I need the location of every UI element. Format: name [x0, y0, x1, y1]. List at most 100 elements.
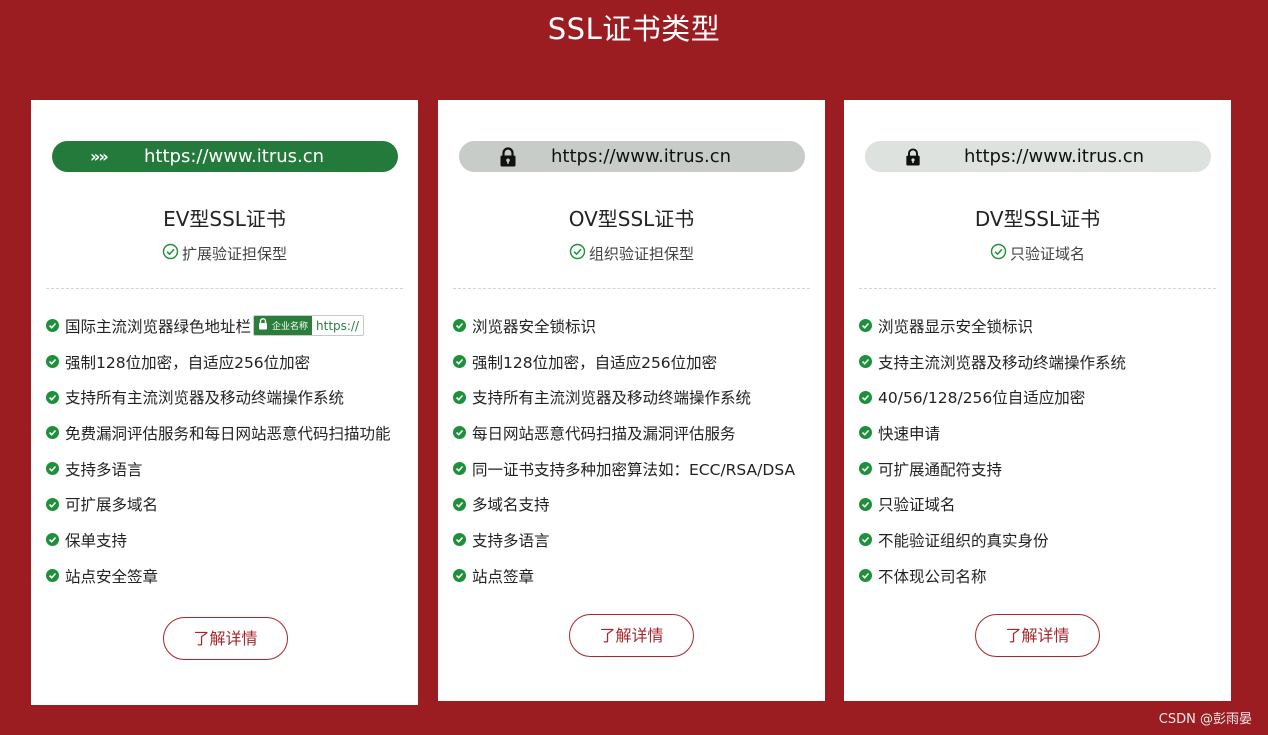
- feature-item: 支持主流浏览器及移动终端操作系统: [859, 344, 1224, 380]
- feature-text: 每日网站恶意代码扫描及漏洞评估服务: [472, 424, 736, 443]
- feature-item: 支持所有主流浏览器及移动终端操作系统: [46, 379, 411, 415]
- learn-more-button-ov[interactable]: 了解详情: [569, 614, 694, 657]
- feature-text: 支持所有主流浏览器及移动终端操作系统: [65, 389, 345, 408]
- learn-more-button-ev[interactable]: 了解详情: [163, 617, 288, 660]
- feature-item: 快速申请: [859, 415, 1224, 451]
- subtitle-text: 组织验证担保型: [588, 245, 694, 263]
- feature-text: 只验证域名: [878, 496, 956, 515]
- ev-card: »» https://www.itrus.cn EV型SSL证书 扩展验证担保型…: [31, 100, 418, 705]
- feature-item: 强制128位加密，自适应256位加密: [453, 344, 818, 380]
- feature-item: 不能验证组织的真实身份: [859, 522, 1224, 558]
- check-icon: [46, 319, 59, 333]
- check-icon: [453, 497, 466, 511]
- feature-text: 不体现公司名称: [878, 567, 987, 586]
- feature-text: 浏览器安全锁标识: [472, 317, 597, 336]
- feature-item: 可扩展多域名: [46, 486, 411, 522]
- dv-address-bar: https://www.itrus.cn: [865, 141, 1211, 172]
- check-icon: [46, 426, 59, 440]
- check-icon: [859, 390, 872, 404]
- feature-text: 站点安全签章: [65, 567, 159, 586]
- feature-list: 国际主流浏览器绿色地址栏 企业名称 https:// 强制128位加密，自适应2…: [46, 308, 411, 594]
- feature-item: 40/56/128/256位自适应加密: [859, 379, 1224, 415]
- feature-item: 免费漏洞评估服务和每日网站恶意代码扫描功能: [46, 415, 411, 451]
- check-icon: [859, 569, 872, 583]
- feature-item: 强制128位加密，自适应256位加密: [46, 344, 411, 380]
- check-icon: [46, 533, 59, 547]
- card-title: OV型SSL证书: [568, 207, 695, 231]
- check-icon: [46, 569, 59, 583]
- divider: [46, 288, 403, 289]
- feature-text: 支持主流浏览器及移动终端操作系统: [878, 353, 1127, 372]
- address-bar-url: https://www.itrus.cn: [144, 146, 325, 167]
- lock-icon: [905, 141, 921, 172]
- feature-item: 浏览器显示安全锁标识: [859, 308, 1224, 344]
- divider: [859, 288, 1216, 289]
- check-icon: [46, 390, 59, 404]
- feature-text: 支持所有主流浏览器及移动终端操作系统: [472, 389, 752, 408]
- feature-item: 支持所有主流浏览器及移动终端操作系统: [453, 379, 818, 415]
- ov-card: https://www.itrus.cn OV型SSL证书 组织验证担保型 浏览…: [438, 100, 825, 701]
- feature-item: 国际主流浏览器绿色地址栏 企业名称 https://: [46, 308, 411, 344]
- check-icon: [859, 462, 872, 476]
- feature-text: 支持多语言: [472, 531, 550, 550]
- check-icon: [859, 426, 872, 440]
- page-title: SSL证书类型: [547, 12, 721, 46]
- check-icon: [453, 426, 466, 440]
- check-icon: [46, 355, 59, 369]
- green-address-badge: 企业名称 https://: [253, 315, 365, 337]
- card-title: DV型SSL证书: [974, 207, 1101, 231]
- feature-item: 不体现公司名称: [859, 558, 1224, 594]
- feature-item: 可扩展通配符支持: [859, 451, 1224, 487]
- feature-item: 每日网站恶意代码扫描及漏洞评估服务: [453, 415, 818, 451]
- feature-item: 浏览器安全锁标识: [453, 308, 818, 344]
- card-subtitle: 只验证域名: [844, 243, 1231, 264]
- check-icon: [859, 533, 872, 547]
- check-icon: [453, 462, 466, 476]
- feature-item: 多域名支持: [453, 486, 818, 522]
- check-circle-outline-icon: [162, 243, 179, 264]
- feature-item: 支持多语言: [46, 451, 411, 487]
- address-bar-url: https://www.itrus.cn: [964, 146, 1145, 167]
- subtitle-text: 只验证域名: [1009, 245, 1085, 263]
- feature-text: 免费漏洞评估服务和每日网站恶意代码扫描功能: [65, 424, 391, 443]
- check-icon: [453, 319, 466, 333]
- feature-list: 浏览器显示安全锁标识 支持主流浏览器及移动终端操作系统 40/56/128/25…: [859, 308, 1224, 594]
- feature-text: 40/56/128/256位自适应加密: [878, 389, 1086, 408]
- learn-more-button-dv[interactable]: 了解详情: [975, 614, 1100, 657]
- feature-text: 可扩展通配符支持: [878, 460, 1003, 479]
- check-icon: [859, 497, 872, 511]
- divider: [453, 288, 810, 289]
- feature-item: 保单支持: [46, 522, 411, 558]
- feature-text: 支持多语言: [65, 460, 143, 479]
- watermark: CSDN @彭雨晏: [1158, 712, 1252, 727]
- feature-item: 同一证书支持多种加密算法如：ECC/RSA/DSA: [453, 451, 818, 487]
- subtitle-text: 扩展验证担保型: [181, 245, 287, 263]
- feature-text: 可扩展多域名: [65, 496, 159, 515]
- feature-item: 支持多语言: [453, 522, 818, 558]
- address-bar-url: https://www.itrus.cn: [551, 146, 732, 167]
- check-icon: [859, 319, 872, 333]
- check-icon: [453, 390, 466, 404]
- lock-icon: [499, 141, 517, 172]
- check-icon: [453, 533, 466, 547]
- feature-text: 强制128位加密，自适应256位加密: [472, 353, 718, 372]
- check-circle-outline-icon: [569, 243, 586, 264]
- feature-text: 不能验证组织的真实身份: [878, 531, 1049, 550]
- lock-icon: [258, 318, 268, 333]
- check-icon: [46, 462, 59, 476]
- feature-item: 站点签章: [453, 558, 818, 594]
- check-icon: [453, 569, 466, 583]
- check-icon: [859, 355, 872, 369]
- ev-address-bar: »» https://www.itrus.cn: [52, 141, 398, 172]
- card-title: EV型SSL证书: [163, 207, 286, 231]
- double-chevron-icon: »»: [90, 147, 109, 166]
- feature-list: 浏览器安全锁标识 强制128位加密，自适应256位加密 支持所有主流浏览器及移动…: [453, 308, 818, 594]
- badge-url: https://: [312, 318, 364, 333]
- dv-card: https://www.itrus.cn DV型SSL证书 只验证域名 浏览器显…: [844, 100, 1231, 701]
- check-icon: [453, 355, 466, 369]
- feature-text: 保单支持: [65, 531, 128, 550]
- feature-text: 国际主流浏览器绿色地址栏: [65, 317, 252, 336]
- check-circle-outline-icon: [990, 243, 1007, 264]
- feature-text: 快速申请: [878, 424, 941, 443]
- card-subtitle: 扩展验证担保型: [31, 243, 418, 264]
